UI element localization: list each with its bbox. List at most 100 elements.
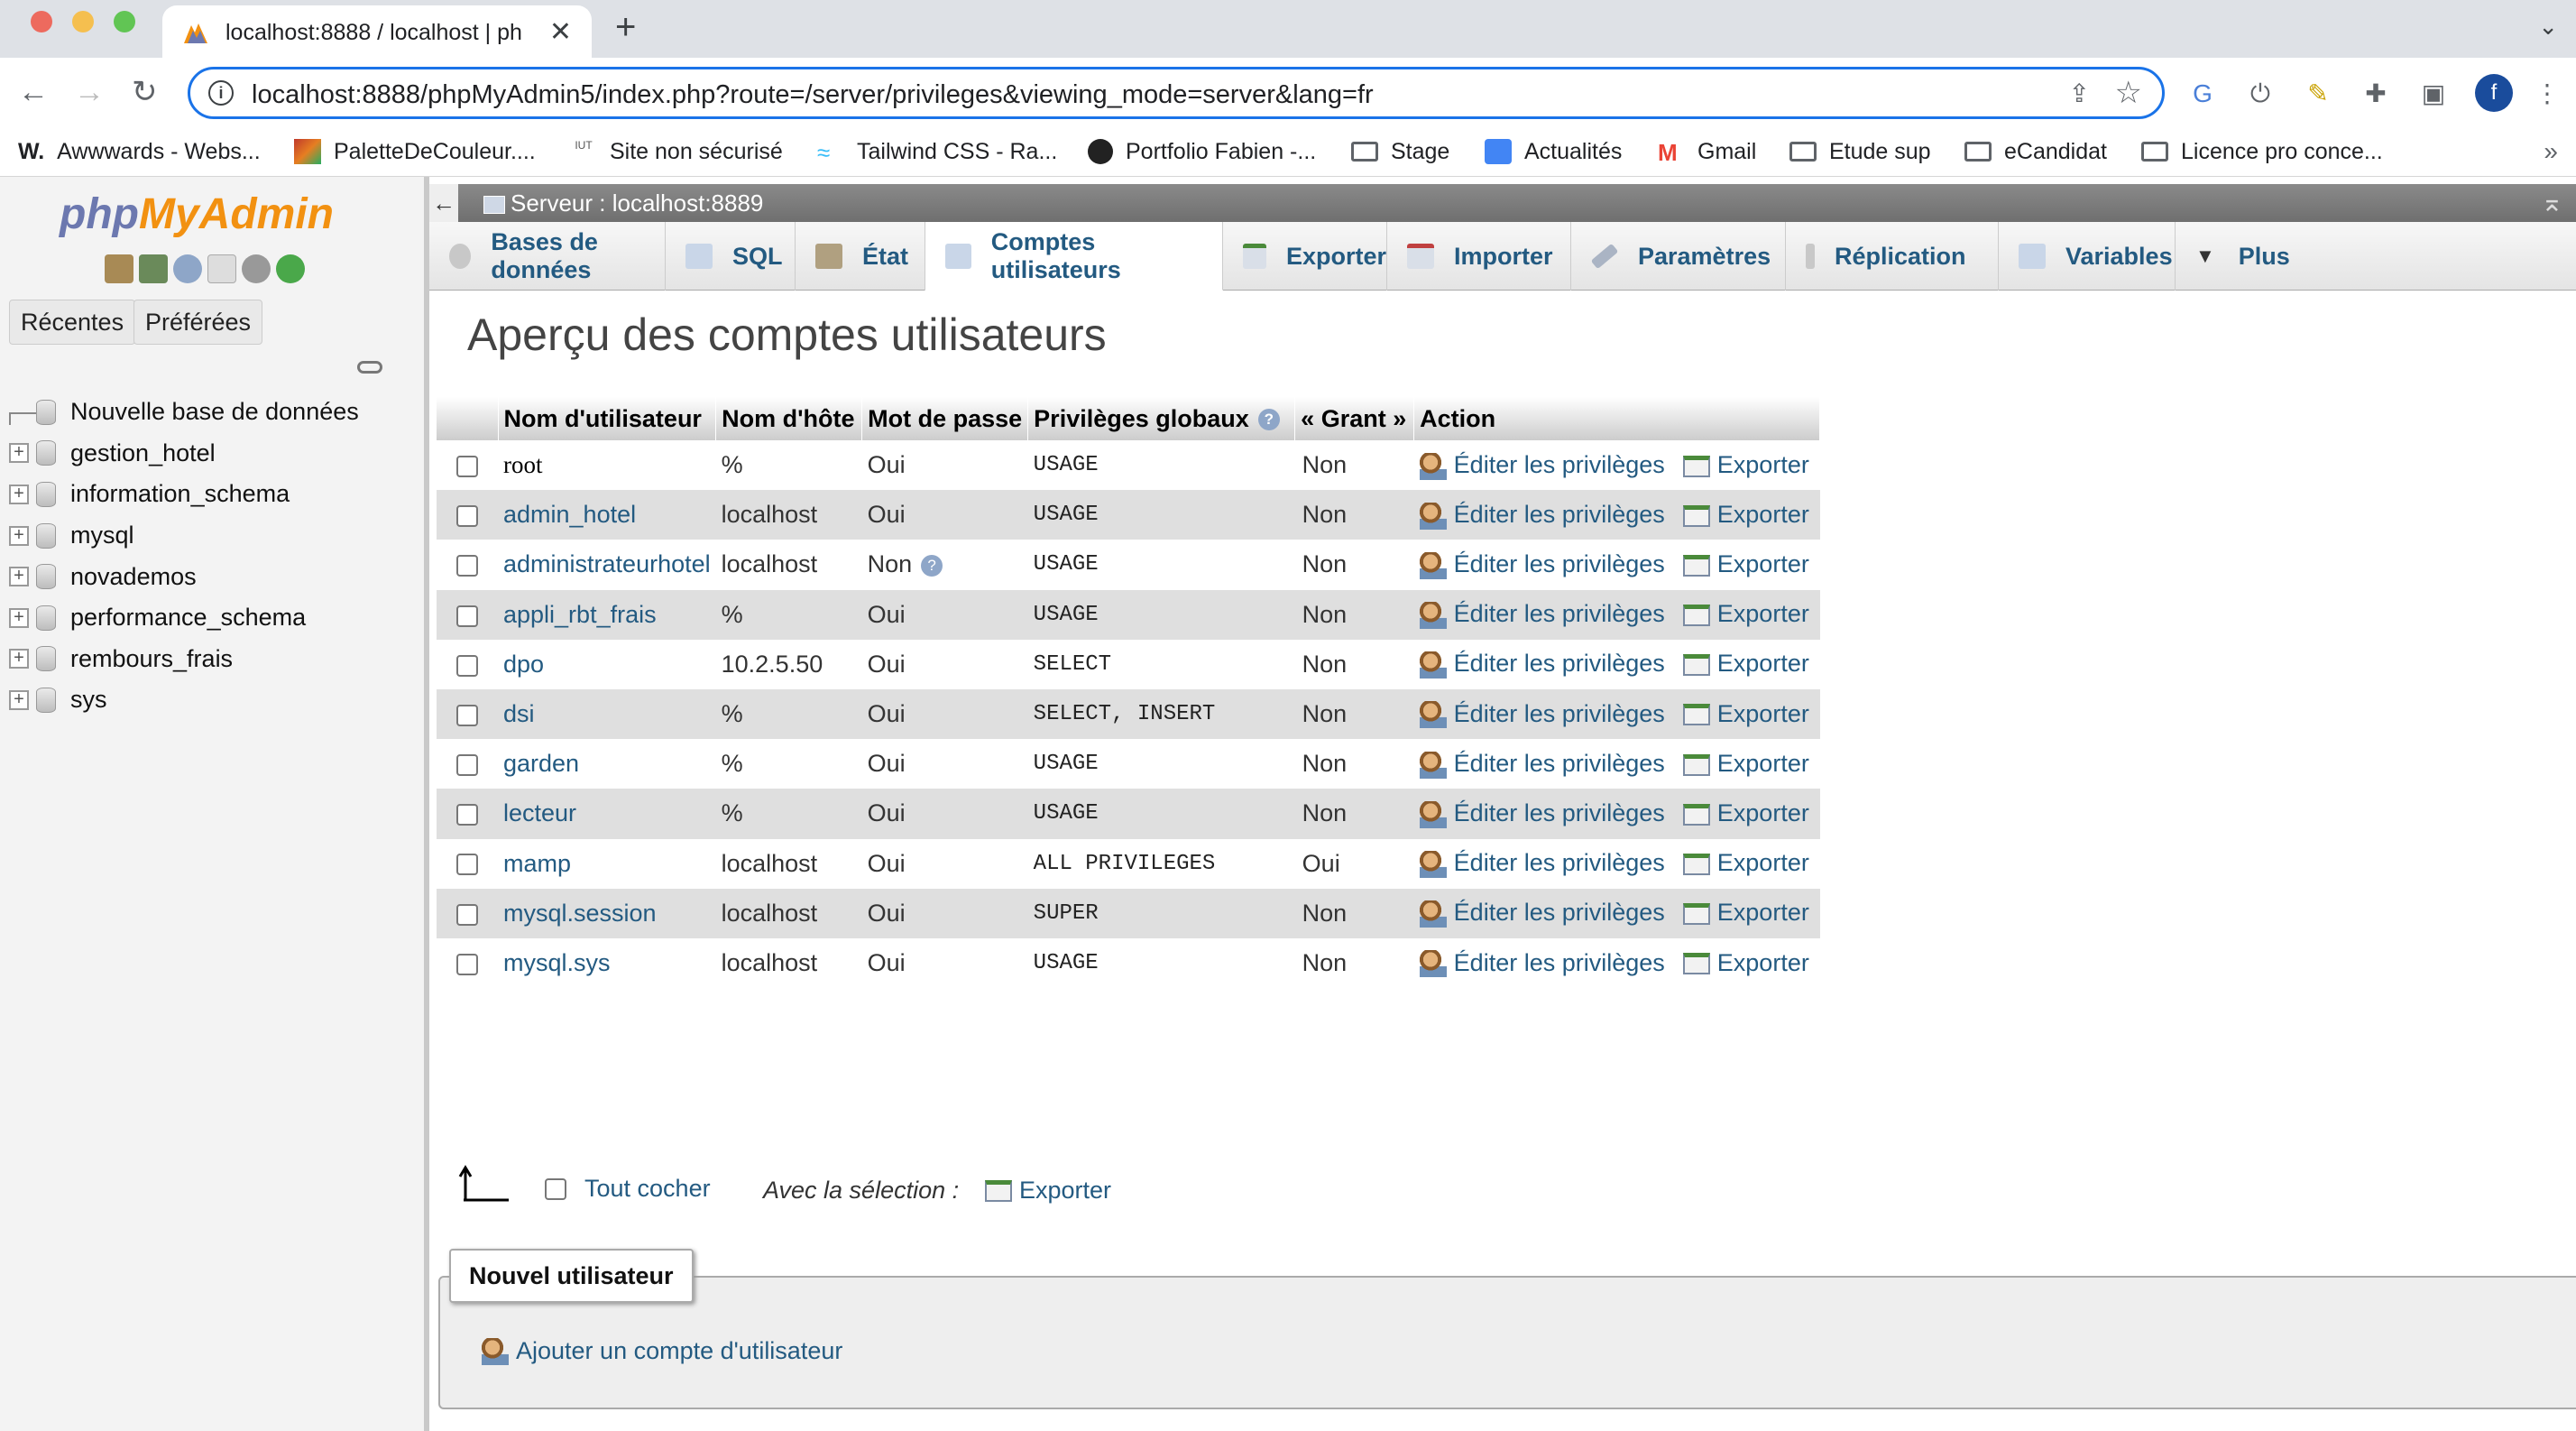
translate-extension-icon[interactable]: G — [2186, 78, 2219, 110]
tab-replication[interactable]: Réplication — [1786, 222, 1999, 291]
bookmarks-overflow-icon[interactable]: » — [2544, 137, 2558, 166]
tab-databases[interactable]: Bases de données — [429, 222, 666, 291]
tab-more[interactable]: ▼ Plus — [2176, 222, 2291, 291]
row-checkbox[interactable] — [456, 555, 478, 577]
logout-icon[interactable] — [139, 254, 168, 283]
export-user-link[interactable]: Exporter — [1665, 451, 1809, 478]
new-tab-button[interactable]: + — [615, 9, 636, 45]
bookmark-ecandidat[interactable]: eCandidat — [1964, 135, 2107, 168]
edit-privileges-link[interactable]: Éditer les privilèges — [1419, 799, 1665, 828]
expand-icon[interactable]: + — [9, 484, 29, 504]
bookmark-site-non-securise[interactable]: IUT Site non sécurisé — [570, 135, 782, 168]
row-checkbox[interactable] — [456, 455, 478, 477]
header-global-privileges[interactable]: Privilèges globaux? — [1027, 397, 1296, 440]
side-panel-icon[interactable]: ▣ — [2417, 78, 2450, 110]
tab-import[interactable]: Importer — [1387, 222, 1571, 291]
header-password[interactable]: Mot de passe — [861, 397, 1029, 440]
export-user-link[interactable]: Exporter — [1665, 650, 1809, 677]
window-minimize-button[interactable] — [72, 11, 94, 32]
tab-variables[interactable]: Variables — [1999, 222, 2176, 291]
reload-icon[interactable]: ↻ — [132, 74, 158, 110]
export-user-link[interactable]: Exporter — [1665, 899, 1809, 926]
share-icon[interactable]: ⇪ — [2069, 78, 2090, 108]
export-user-link[interactable]: Exporter — [1665, 700, 1809, 727]
database-item[interactable]: + mysql — [9, 515, 359, 557]
edit-privileges-link[interactable]: Éditer les privilèges — [1419, 849, 1665, 879]
settings-gear-icon[interactable] — [242, 254, 271, 283]
server-breadcrumb[interactable]: Serveur : localhost:8889 — [483, 184, 763, 222]
row-checkbox[interactable] — [456, 903, 478, 926]
row-checkbox[interactable] — [456, 605, 478, 627]
tab-favorites[interactable]: Préférées — [133, 300, 263, 345]
browser-tab[interactable]: localhost:8888 / localhost | phpMyAdmin … — [162, 5, 592, 58]
collapse-navigation-arrow-icon[interactable]: ← — [429, 184, 458, 222]
bookmark-portfolio[interactable]: Portfolio Fabien -... — [1088, 135, 1316, 168]
profile-avatar[interactable]: f — [2475, 74, 2513, 112]
docs-icon[interactable] — [207, 254, 236, 283]
export-user-link[interactable]: Exporter — [1665, 949, 1809, 976]
export-user-link[interactable]: Exporter — [1665, 501, 1809, 528]
edit-privileges-link[interactable]: Éditer les privilèges — [1419, 600, 1665, 630]
tab-search-chevron-icon[interactable]: ⌄ — [2538, 13, 2558, 41]
expand-icon[interactable]: + — [9, 607, 29, 628]
database-item[interactable]: + performance_schema — [9, 597, 359, 639]
row-checkbox[interactable] — [456, 953, 478, 975]
browser-menu-icon[interactable]: ⋮ — [2531, 78, 2563, 110]
window-zoom-button[interactable] — [114, 11, 135, 32]
bookmark-actualites[interactable]: Actualités — [1485, 135, 1622, 168]
header-username[interactable]: Nom d'utilisateur — [498, 397, 717, 440]
reload-navigation-icon[interactable] — [276, 254, 305, 283]
tab-export[interactable]: Exporter — [1223, 222, 1387, 291]
database-item[interactable]: + novademos — [9, 556, 359, 597]
tab-close-icon[interactable]: ✕ — [549, 16, 572, 48]
edit-privileges-link[interactable]: Éditer les privilèges — [1419, 700, 1665, 729]
window-close-button[interactable] — [31, 11, 52, 32]
home-icon[interactable] — [105, 254, 133, 283]
power-extension-icon[interactable]: ⏻ — [2244, 78, 2277, 110]
expand-icon[interactable]: + — [9, 525, 29, 546]
help-icon[interactable]: ? — [1257, 409, 1280, 431]
edit-privileges-link[interactable]: Éditer les privilèges — [1419, 750, 1665, 779]
export-user-link[interactable]: Exporter — [1665, 849, 1809, 876]
bookmark-star-icon[interactable]: ☆ — [2115, 75, 2142, 111]
new-database-item[interactable]: Nouvelle base de données — [9, 392, 359, 433]
export-user-link[interactable]: Exporter — [1665, 750, 1809, 777]
expand-icon[interactable]: + — [9, 443, 29, 464]
tab-recent[interactable]: Récentes — [9, 300, 136, 345]
help-icon[interactable]: ? — [921, 555, 943, 577]
edit-privileges-link[interactable]: Éditer les privilèges — [1419, 949, 1665, 978]
export-user-link[interactable]: Exporter — [1665, 550, 1809, 577]
help-icon[interactable] — [173, 254, 202, 283]
tab-user-accounts[interactable]: Comptes utilisateurs — [925, 222, 1223, 291]
database-item[interactable]: + rembours_frais — [9, 639, 359, 680]
bookmark-stage[interactable]: Stage — [1351, 135, 1449, 168]
row-checkbox[interactable] — [456, 804, 478, 826]
address-bar[interactable]: i localhost:8888/phpMyAdmin5/index.php?r… — [188, 67, 2165, 119]
database-item[interactable]: + gestion_hotel — [9, 433, 359, 475]
collapse-top-menu-icon[interactable]: ⌅ — [2541, 184, 2563, 222]
edit-privileges-link[interactable]: Éditer les privilèges — [1419, 650, 1665, 679]
bookmark-awwwards[interactable]: W. Awwwards - Webs... — [18, 135, 261, 168]
bookmark-palette[interactable]: PaletteDeCouleur.... — [294, 135, 536, 168]
eyedropper-extension-icon[interactable]: ✎ — [2302, 78, 2334, 110]
link-with-main-panel-icon[interactable] — [357, 361, 382, 374]
edit-privileges-link[interactable]: Éditer les privilèges — [1419, 550, 1665, 579]
back-arrow-icon[interactable]: ← — [18, 74, 49, 110]
database-item[interactable]: + information_schema — [9, 474, 359, 515]
edit-privileges-link[interactable]: Éditer les privilèges — [1419, 501, 1665, 530]
tab-status[interactable]: État — [796, 222, 925, 291]
expand-icon[interactable]: + — [9, 689, 29, 710]
selection-export-button[interactable]: Exporter — [985, 1177, 1111, 1205]
header-grant[interactable]: « Grant » — [1294, 397, 1415, 440]
export-user-link[interactable]: Exporter — [1665, 600, 1809, 627]
row-checkbox[interactable] — [456, 854, 478, 876]
expand-icon[interactable]: + — [9, 567, 29, 587]
bookmark-gmail[interactable]: M Gmail — [1658, 135, 1756, 168]
edit-privileges-link[interactable]: Éditer les privilèges — [1419, 451, 1665, 480]
row-checkbox[interactable] — [456, 505, 478, 528]
bookmark-etude-sup[interactable]: Etude sup — [1789, 135, 1931, 168]
row-checkbox[interactable] — [456, 754, 478, 777]
row-checkbox[interactable] — [456, 654, 478, 677]
forward-arrow-icon[interactable]: → — [74, 74, 105, 110]
row-checkbox[interactable] — [456, 704, 478, 726]
